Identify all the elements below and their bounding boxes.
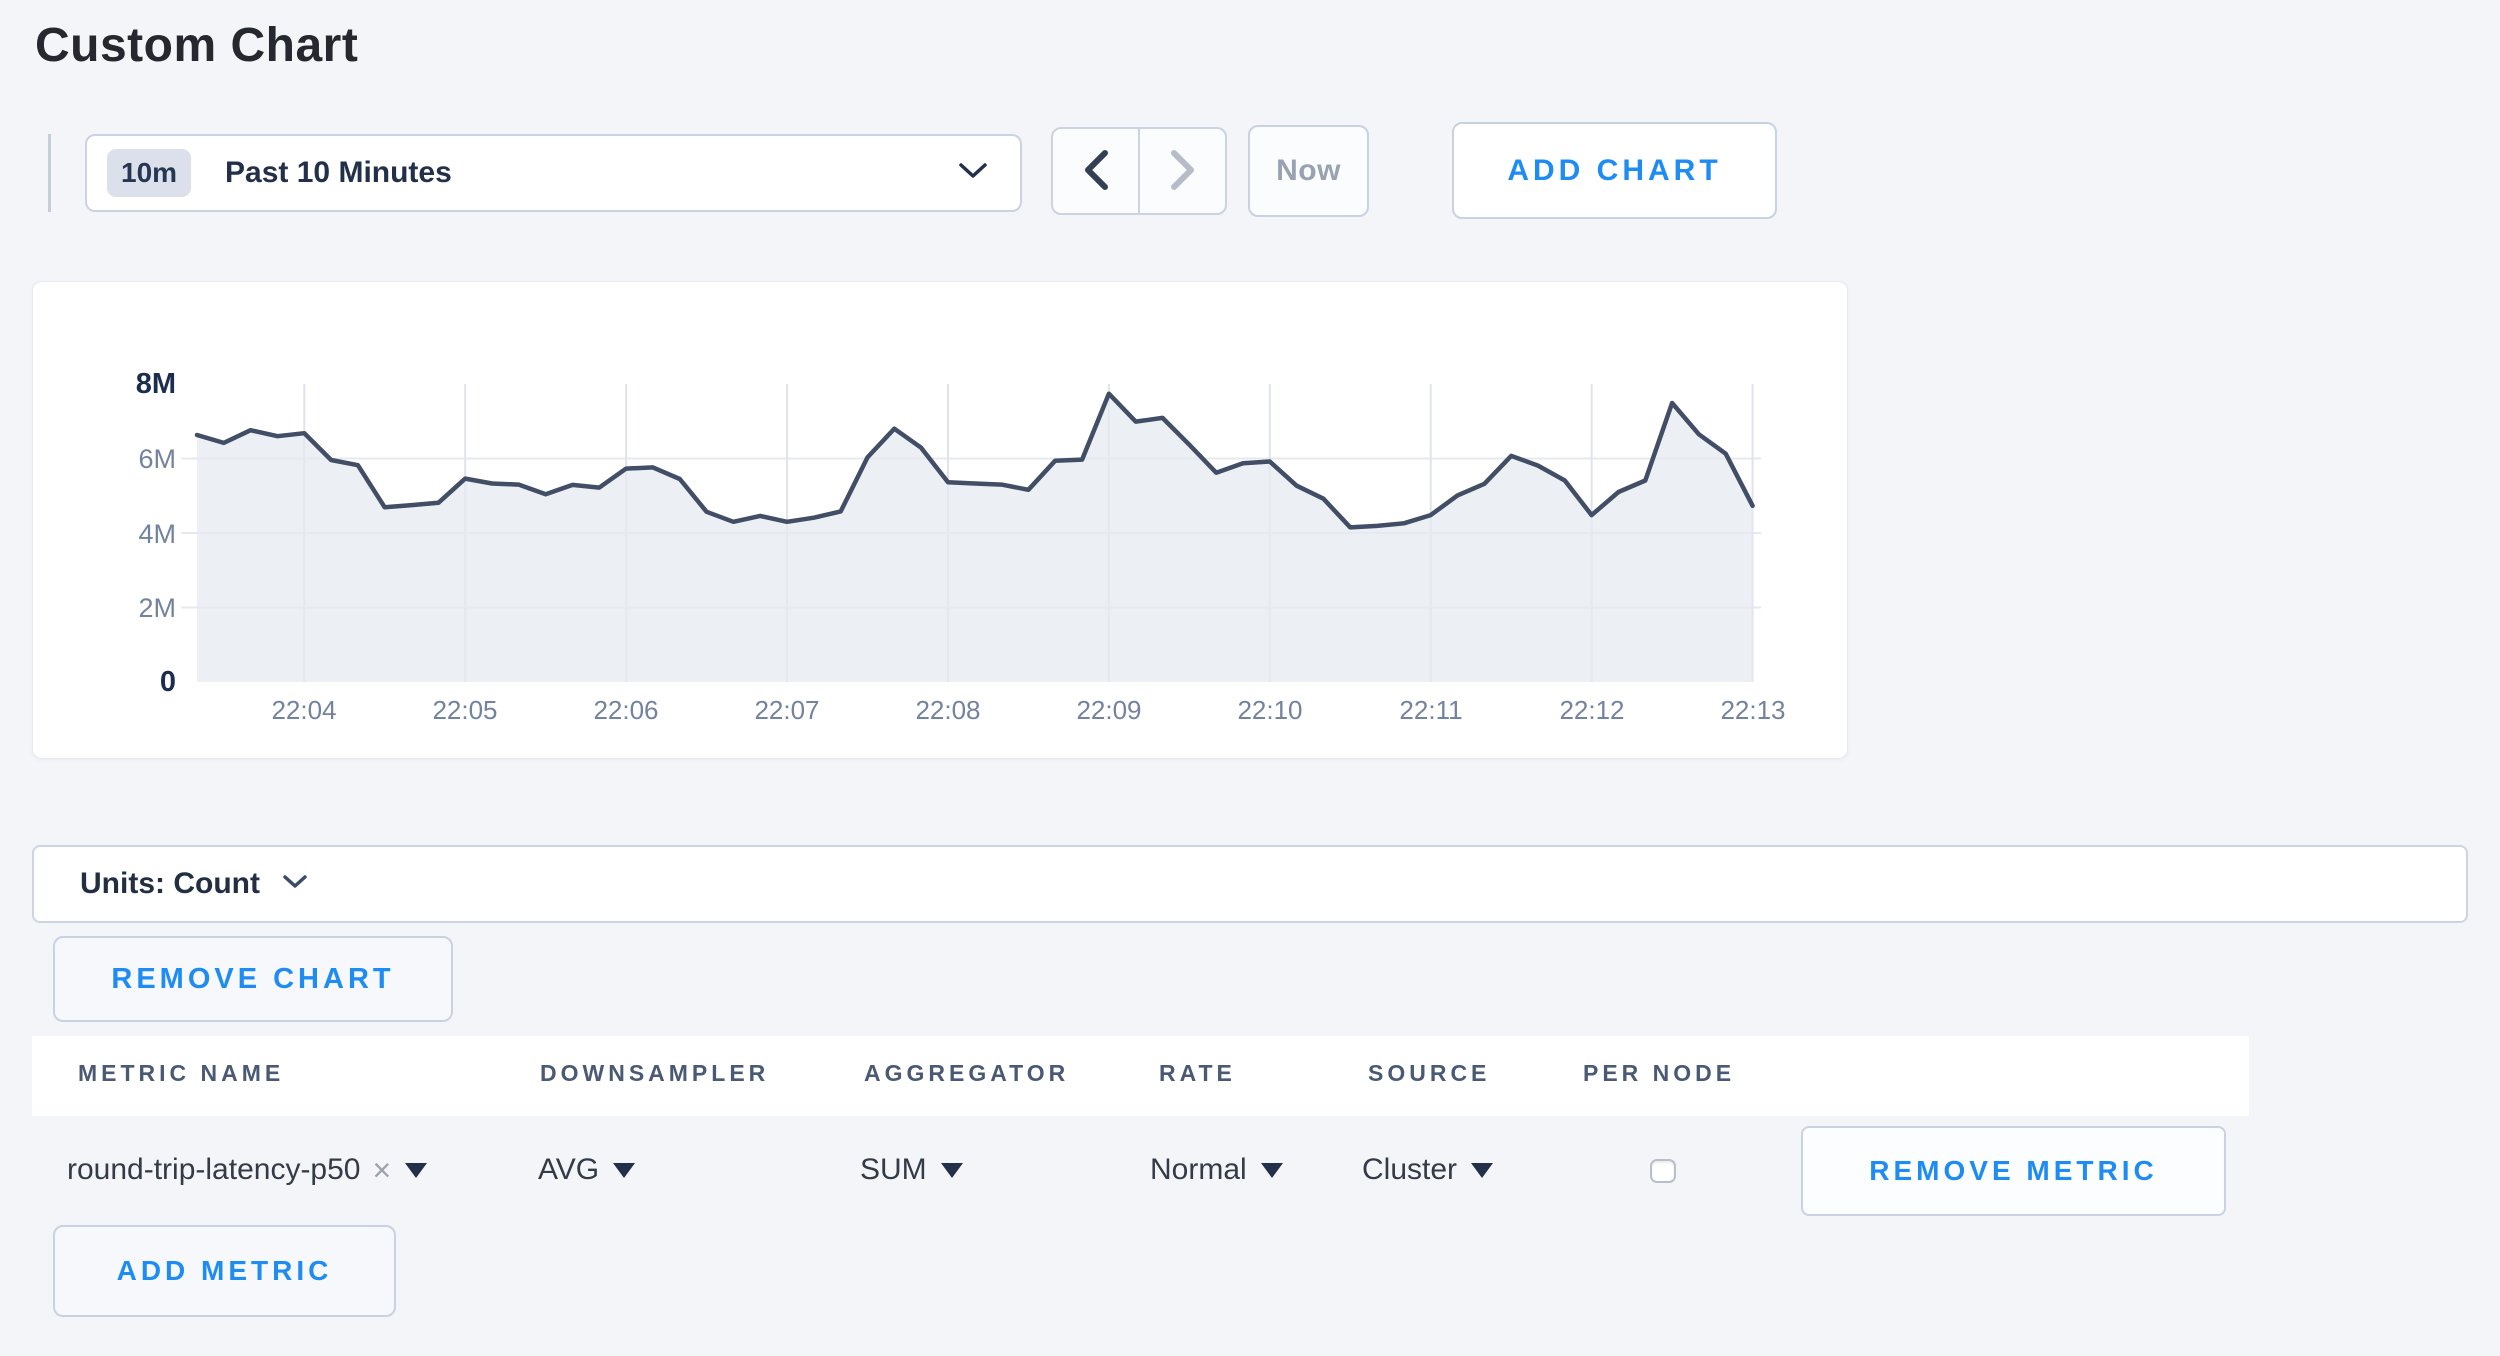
rate-value: Normal [1150,1153,1247,1187]
x-axis-label: 22:05 [395,695,535,726]
time-range-badge: 10m [107,149,191,197]
x-axis-label: 22:08 [878,695,1018,726]
column-header-aggregator: AGGREGATOR [864,1060,1069,1087]
downsampler-value: AVG [538,1153,599,1187]
chart-panel: 8M 6M 4M 2M 0 22:04 22:05 22:06 22:07 22:08 2… [32,281,1848,759]
x-axis-label: 22:07 [717,695,857,726]
time-step-group [1051,127,1227,215]
add-chart-button[interactable]: ADD CHART [1452,122,1777,219]
downsampler-dropdown[interactable]: AVG [538,1151,635,1189]
chevron-left-icon [1082,149,1110,194]
source-value: Cluster [1362,1153,1457,1187]
units-label: Units: Count [80,867,260,901]
metrics-table-header: METRIC NAME DOWNSAMPLER AGGREGATOR RATE … [32,1036,2249,1116]
x-axis-label: 22:13 [1683,695,1823,726]
caret-down-icon [1261,1163,1283,1178]
add-metric-button[interactable]: ADD METRIC [53,1225,396,1317]
chevron-down-icon [282,874,308,895]
step-forward-button[interactable] [1140,129,1225,213]
clear-metric-icon[interactable]: × [372,1152,391,1189]
x-axis-label: 22:06 [556,695,696,726]
now-button[interactable]: Now [1248,125,1369,217]
x-axis-label: 22:09 [1039,695,1179,726]
toolbar-accent-tick [48,134,51,212]
chevron-down-icon [958,162,988,185]
column-header-metric-name: METRIC NAME [78,1060,284,1087]
y-axis-label: 4M [33,517,176,551]
source-dropdown[interactable]: Cluster [1362,1151,1493,1189]
column-header-source: SOURCE [1368,1060,1490,1087]
metric-name-value: round-trip-latency-p50 [67,1153,360,1187]
page-title: Custom Chart [35,18,358,73]
rate-dropdown[interactable]: Normal [1150,1151,1283,1189]
per-node-checkbox[interactable] [1650,1159,1676,1183]
y-axis-label-max: 8M [33,367,176,401]
chevron-right-icon [1169,149,1197,194]
step-back-button[interactable] [1053,129,1140,213]
caret-down-icon [941,1163,963,1178]
remove-metric-button[interactable]: REMOVE METRIC [1801,1126,2226,1216]
x-axis-label: 22:11 [1361,695,1501,726]
y-axis-label: 6M [33,442,176,476]
y-axis-label-zero: 0 [33,665,176,699]
y-axis-label: 2M [33,591,176,625]
caret-down-icon [1471,1163,1493,1178]
units-dropdown[interactable]: Units: Count [32,845,2468,923]
x-axis-label: 22:12 [1522,695,1662,726]
x-axis-label: 22:04 [234,695,374,726]
column-header-per-node: PER NODE [1583,1060,1735,1087]
column-header-rate: RATE [1159,1060,1236,1087]
x-axis-label: 22:10 [1200,695,1340,726]
caret-down-icon [613,1163,635,1178]
remove-chart-button[interactable]: REMOVE CHART [53,936,453,1022]
metric-name-dropdown[interactable]: round-trip-latency-p50 × [67,1151,427,1189]
time-range-dropdown[interactable]: 10m Past 10 Minutes [85,134,1022,212]
timeseries-area-chart [33,282,1847,758]
column-header-downsampler: DOWNSAMPLER [540,1060,769,1087]
aggregator-value: SUM [860,1153,927,1187]
aggregator-dropdown[interactable]: SUM [860,1151,963,1189]
custom-chart-page: Custom Chart 10m Past 10 Minutes Now ADD… [0,0,2500,1356]
caret-down-icon [405,1163,427,1178]
time-range-label: Past 10 Minutes [225,156,958,190]
